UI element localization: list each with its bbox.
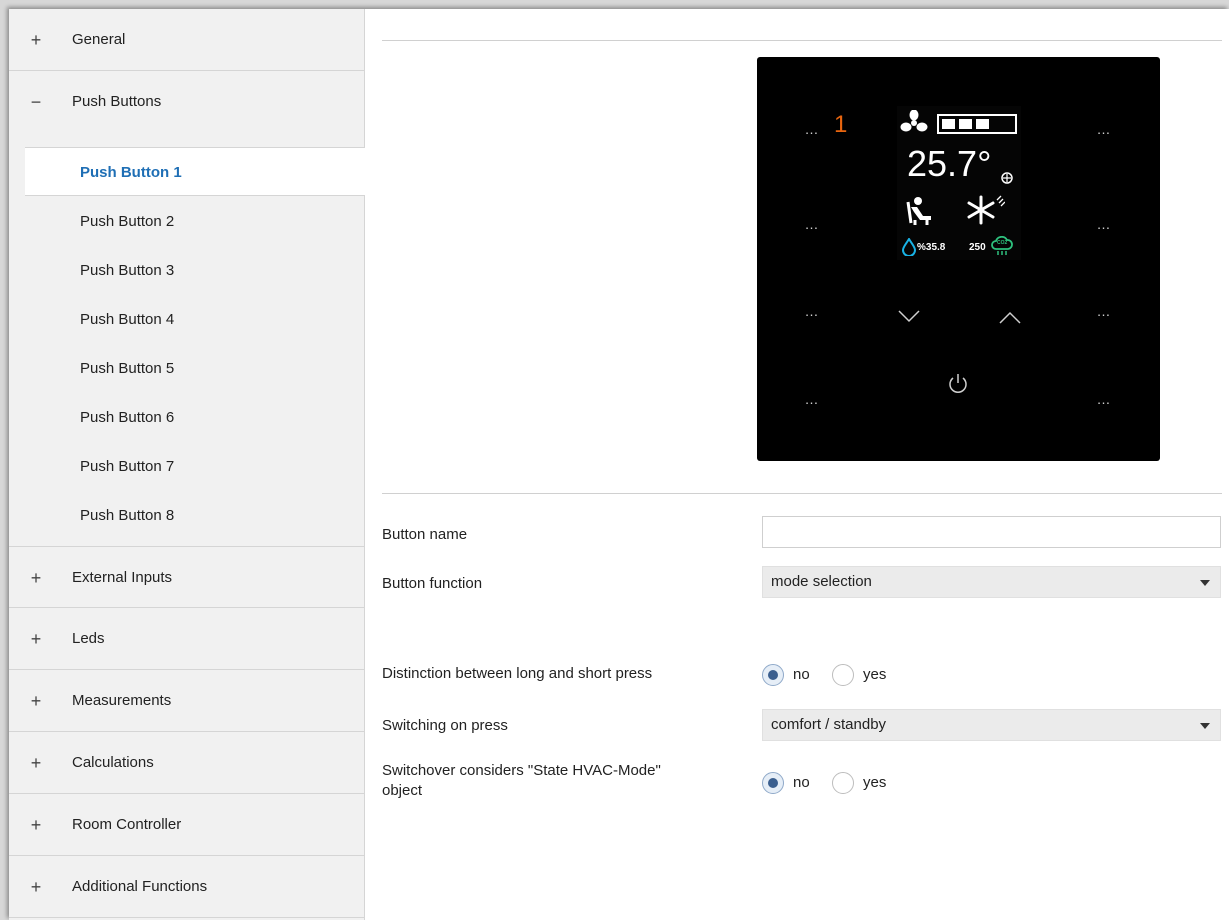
radio-label-yes: yes <box>863 666 887 683</box>
button-dots-icon: … <box>804 391 820 407</box>
switchover-label: Switchover considers "State HVAC-Mode" o… <box>382 761 661 801</box>
sidebar-subitem-label: Push Button 3 <box>80 262 175 279</box>
switching-on-press-label: Switching on press <box>382 717 508 734</box>
sidebar-item-general[interactable]: + General <box>9 9 364 71</box>
expand-icon: + <box>30 753 42 773</box>
sidebar-item-label: Measurements <box>72 692 172 709</box>
switchover-yes-radio[interactable] <box>832 772 854 794</box>
distinction-no-radio[interactable] <box>762 664 784 686</box>
sidebar-item-label: External Inputs <box>72 569 173 586</box>
radio-label-no: no <box>793 666 810 683</box>
sidebar-subitem-label: Push Button 8 <box>80 507 175 524</box>
sidebar-subitem-label: Push Button 6 <box>80 409 175 426</box>
sidebar-subitem-label: Push Button 2 <box>80 213 175 230</box>
button-name-input[interactable] <box>762 516 1221 548</box>
person-seated-icon <box>906 197 931 225</box>
device-screen: 25.7° %35.8 250 CO2 <box>897 106 1021 260</box>
window: + General − Push Buttons Push Button 1 P… <box>9 9 1229 920</box>
radio-label-no: no <box>793 774 810 791</box>
expand-icon: + <box>30 877 42 897</box>
select-value: mode selection <box>771 573 872 590</box>
select-value: comfort / standby <box>771 716 887 733</box>
cooling-small-icon <box>1001 172 1013 184</box>
cloud-co2-icon <box>991 236 1013 255</box>
button-dots-icon: … <box>1096 391 1112 407</box>
button-function-select[interactable]: mode selection <box>762 566 1221 598</box>
sidebar-subitem-push-button-1[interactable]: Push Button 1 <box>25 147 365 196</box>
sidebar-item-calculations[interactable]: + Calculations <box>9 732 364 794</box>
switchover-no-radio[interactable] <box>762 772 784 794</box>
sidebar-subitem-push-button-6[interactable]: Push Button 6 <box>9 393 364 442</box>
sidebar-subitem-push-button-3[interactable]: Push Button 3 <box>9 246 364 295</box>
sidebar-subitem-push-button-2[interactable]: Push Button 2 <box>9 197 364 246</box>
power-icon <box>949 374 967 393</box>
sidebar-subitem-label: Push Button 5 <box>80 360 175 377</box>
fan-icon <box>900 110 928 132</box>
co2-value: 250 <box>969 242 986 253</box>
sidebar-item-additional-functions[interactable]: + Additional Functions <box>9 856 364 918</box>
snowflake-icon <box>967 195 1005 225</box>
button-dots-icon: … <box>804 121 820 137</box>
water-drop-icon <box>901 238 917 256</box>
sidebar-subitem-push-button-5[interactable]: Push Button 5 <box>9 344 364 393</box>
distinction-label: Distinction between long and short press <box>382 665 653 682</box>
sidebar-item-room-controller[interactable]: + Room Controller <box>9 794 364 856</box>
sidebar-item-label: Leds <box>72 630 105 647</box>
radio-label-yes: yes <box>863 774 887 791</box>
humidity-value: %35.8 <box>917 242 946 253</box>
sidebar-item-label: General <box>72 31 126 48</box>
expand-icon: + <box>30 691 42 711</box>
divider <box>382 40 1222 41</box>
collapse-icon: − <box>30 92 42 112</box>
chevron-down-icon <box>1200 580 1210 586</box>
temperature-display: 25.7° <box>907 143 992 184</box>
fan-level-bars-icon <box>937 114 1017 134</box>
switchover-label-line1: Switchover considers "State HVAC-Mode" <box>382 762 661 779</box>
button-function-label: Button function <box>382 575 483 592</box>
sidebar-item-label: Calculations <box>72 754 154 771</box>
expand-icon: + <box>30 815 42 835</box>
co2-label: CO2 <box>997 240 1008 246</box>
button-dots-icon: … <box>1096 303 1112 319</box>
switching-on-press-select[interactable]: comfort / standby <box>762 709 1221 741</box>
sidebar-item-measurements[interactable]: + Measurements <box>9 670 364 732</box>
sidebar-subitem-label: Push Button 4 <box>80 311 175 328</box>
device-preview: … … … … … … … … 1 25.7° %35.8 250 CO2 <box>757 57 1160 461</box>
button-dots-icon: … <box>1096 216 1112 232</box>
sidebar: + General − Push Buttons Push Button 1 P… <box>9 9 365 920</box>
sidebar-subitem-label: Push Button 7 <box>80 458 175 475</box>
distinction-yes-radio[interactable] <box>832 664 854 686</box>
chevron-down-icon <box>1200 723 1210 729</box>
divider <box>382 493 1222 494</box>
expand-icon: + <box>30 629 42 649</box>
sidebar-item-external-inputs[interactable]: + External Inputs <box>9 546 364 608</box>
sidebar-item-leds[interactable]: + Leds <box>9 608 364 670</box>
sidebar-item-label: Push Buttons <box>72 93 162 110</box>
chevron-up-icon <box>999 311 1021 324</box>
expand-icon: + <box>30 568 42 588</box>
selected-button-number: 1 <box>834 111 848 138</box>
switchover-label-line2: object <box>382 782 423 799</box>
sidebar-item-label: Room Controller <box>72 816 182 833</box>
sidebar-subitem-push-button-8[interactable]: Push Button 8 <box>9 491 364 540</box>
button-name-label: Button name <box>382 526 468 543</box>
sidebar-subitem-push-button-7[interactable]: Push Button 7 <box>9 442 364 491</box>
expand-icon: + <box>30 30 42 50</box>
sidebar-item-label: Additional Functions <box>72 878 208 895</box>
button-dots-icon: … <box>804 303 820 319</box>
chevron-down-icon <box>898 310 920 323</box>
sidebar-item-push-buttons[interactable]: − Push Buttons <box>9 71 364 133</box>
sidebar-subitem-label: Push Button 1 <box>80 164 182 181</box>
sidebar-subitem-push-button-4[interactable]: Push Button 4 <box>9 295 364 344</box>
button-dots-icon: … <box>804 216 820 232</box>
button-dots-icon: … <box>1096 121 1112 137</box>
